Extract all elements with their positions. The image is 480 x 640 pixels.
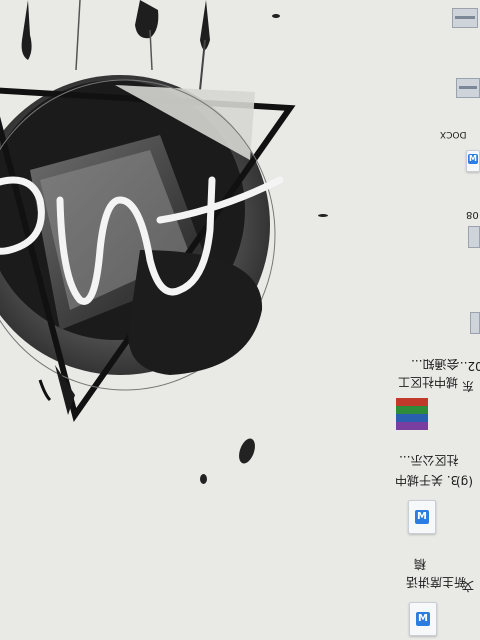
desktop-icon-label: 会通知... xyxy=(410,357,458,371)
desktop-icon-thumbnail[interactable] xyxy=(452,8,478,28)
side-char: 东 xyxy=(462,379,475,393)
desktop-icon-thumbnail[interactable] xyxy=(456,78,480,98)
ink-speck xyxy=(200,474,207,484)
winrar-icon xyxy=(396,398,428,430)
desktop-icon-label: 稿 xyxy=(413,557,426,571)
desktop-icon-word-doc[interactable]: M xyxy=(466,150,480,172)
word-doc-icon: M xyxy=(466,150,480,172)
side-char: (g) xyxy=(456,475,473,489)
word-doc-icon: M xyxy=(408,500,436,534)
desktop-icon-label: 城中社区工 xyxy=(397,375,458,389)
desktop-icon-word-doc[interactable]: M xyxy=(404,498,438,536)
wallpaper-logo-art xyxy=(0,0,296,423)
desktop-icon-label: 08 xyxy=(466,209,479,220)
desktop-icon-thumbnail[interactable] xyxy=(468,226,480,248)
desktop-wallpaper xyxy=(0,0,296,423)
desktop-icon-label: 02... xyxy=(456,359,480,373)
desktop-icon-label: 新主席讲话 xyxy=(405,575,466,589)
ink-speck xyxy=(272,14,280,18)
desktop-icon-word-doc[interactable]: M xyxy=(405,600,439,638)
desktop-icon-label: 3. 关于城中 xyxy=(394,473,458,487)
desktop-icon-label: DOCX xyxy=(440,129,467,139)
word-doc-icon: M xyxy=(409,602,437,636)
desktop-icon-winrar-archive[interactable] xyxy=(396,398,430,434)
ink-speck xyxy=(318,214,328,217)
side-char: 文 xyxy=(462,579,475,593)
desktop-icon-label: 社区公示... xyxy=(398,453,458,467)
desktop-icon-thumbnail[interactable] xyxy=(470,312,480,334)
